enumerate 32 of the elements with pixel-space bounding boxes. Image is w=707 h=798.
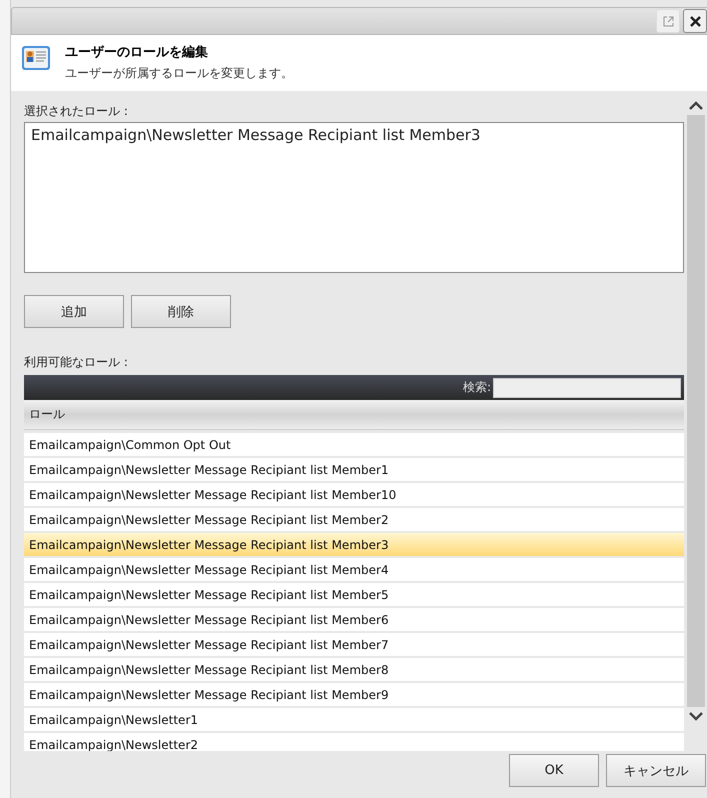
field-label: 利用可能なロール : bbox=[24, 354, 129, 372]
role-row[interactable]: Emailcampaign\Newsletter Message Recipiant list Member6 bbox=[24, 608, 684, 632]
dialog-subtitle: ユーザーが所属するロールを変更します。 bbox=[65, 65, 293, 82]
dialog-button[interactable]: OK bbox=[509, 754, 599, 787]
role-row[interactable]: Emailcampaign\Newsletter Message Recipiant list Member3 bbox=[24, 533, 684, 556]
scroll-down-icon[interactable] bbox=[689, 711, 703, 721]
scroll-up-icon[interactable] bbox=[689, 101, 703, 111]
role-row[interactable]: Emailcampaign\Newsletter Message Recipiant list Member7 bbox=[24, 633, 684, 656]
column-header[interactable]: ロール bbox=[24, 400, 684, 430]
role-row[interactable]: Emailcampaign\Newsletter Message Recipiant list Member1 bbox=[24, 458, 684, 482]
action-button[interactable]: 追加 bbox=[24, 295, 124, 328]
field-label: 選択されたロール : bbox=[24, 103, 129, 120]
role-row[interactable]: Emailcampaign\Newsletter Message Recipiant list Member2 bbox=[24, 508, 684, 532]
role-row[interactable]: Emailcampaign\Common Opt Out bbox=[24, 433, 684, 456]
role-row[interactable]: Emailcampaign\Newsletter Message Recipiant list Member9 bbox=[24, 683, 684, 706]
role-row[interactable]: Emailcampaign\Newsletter Message Recipiant list Member5 bbox=[24, 583, 684, 606]
role-row[interactable]: Emailcampaign\Newsletter1 bbox=[24, 708, 684, 732]
search-field[interactable] bbox=[493, 378, 681, 398]
selected-roles-field[interactable]: Emailcampaign\Newsletter Message Recipiant list Member3 bbox=[24, 122, 684, 274]
dialog-button[interactable]: キャンセル bbox=[606, 754, 706, 787]
popout-icon bbox=[662, 16, 674, 26]
close-button[interactable] bbox=[683, 9, 707, 33]
role-row[interactable]: Emailcampaign\Newsletter2 bbox=[24, 733, 684, 751]
search-label: 検索: bbox=[462, 379, 491, 396]
contact-card-icon bbox=[21, 43, 51, 73]
scroll-thumb[interactable] bbox=[687, 115, 705, 707]
role-row[interactable]: Emailcampaign\Newsletter Message Recipiant list Member8 bbox=[24, 658, 684, 682]
close-icon bbox=[690, 16, 700, 26]
role-row[interactable]: Emailcampaign\Newsletter Message Recipiant list Member4 bbox=[24, 558, 684, 582]
action-button[interactable]: 削除 bbox=[131, 295, 231, 328]
role-row[interactable]: Emailcampaign\Newsletter Message Recipiant list Member10 bbox=[24, 483, 684, 506]
dialog-title: ユーザーのロールを編集 bbox=[65, 44, 209, 61]
